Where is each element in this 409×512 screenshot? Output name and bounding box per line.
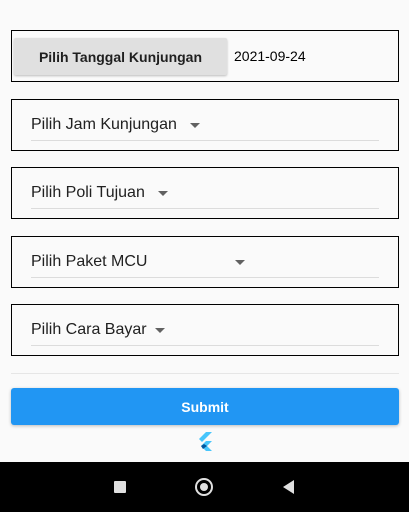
screen: Pilih Tanggal Kunjungan 2021-09-24 Pilih… bbox=[0, 0, 409, 512]
back-triangle-icon[interactable] bbox=[280, 478, 298, 496]
submit-button[interactable]: Submit bbox=[11, 388, 399, 425]
payment-method-dropdown-label: Pilih Cara Bayar bbox=[31, 321, 147, 338]
visit-time-dropdown[interactable]: Pilih Jam Kunjungan bbox=[31, 100, 379, 150]
payment-method-section: Pilih Cara Bayar bbox=[11, 304, 399, 356]
destination-clinic-dropdown-label: Pilih Poli Tujuan bbox=[31, 184, 145, 201]
visit-time-section: Pilih Jam Kunjungan bbox=[11, 99, 399, 151]
mcu-package-dropdown-label: Pilih Paket MCU bbox=[31, 253, 148, 270]
dropdown-underline bbox=[31, 277, 379, 278]
visit-time-dropdown-label: Pilih Jam Kunjungan bbox=[31, 116, 177, 133]
arrow-drop-down-icon bbox=[155, 328, 165, 333]
arrow-drop-down-icon bbox=[235, 260, 245, 265]
divider bbox=[11, 373, 399, 374]
mcu-package-dropdown[interactable]: Pilih Paket MCU bbox=[31, 237, 379, 287]
visit-date-value: 2021-09-24 bbox=[234, 48, 306, 64]
payment-method-dropdown[interactable]: Pilih Cara Bayar bbox=[31, 305, 379, 355]
dropdown-underline bbox=[31, 140, 379, 141]
dropdown-underline bbox=[31, 345, 379, 346]
visit-date-section: Pilih Tanggal Kunjungan 2021-09-24 bbox=[11, 30, 399, 82]
flutter-logo-icon bbox=[199, 432, 212, 451]
destination-clinic-section: Pilih Poli Tujuan bbox=[11, 167, 399, 219]
home-circle-icon[interactable] bbox=[195, 478, 213, 496]
recents-square-icon[interactable] bbox=[111, 478, 129, 496]
pick-visit-date-button[interactable]: Pilih Tanggal Kunjungan bbox=[14, 38, 227, 75]
dropdown-underline bbox=[31, 208, 379, 209]
arrow-drop-down-icon bbox=[190, 123, 200, 128]
arrow-drop-down-icon bbox=[158, 191, 168, 196]
mcu-package-section: Pilih Paket MCU bbox=[11, 236, 399, 288]
system-navigation-bar bbox=[0, 462, 409, 512]
destination-clinic-dropdown[interactable]: Pilih Poli Tujuan bbox=[31, 168, 379, 218]
